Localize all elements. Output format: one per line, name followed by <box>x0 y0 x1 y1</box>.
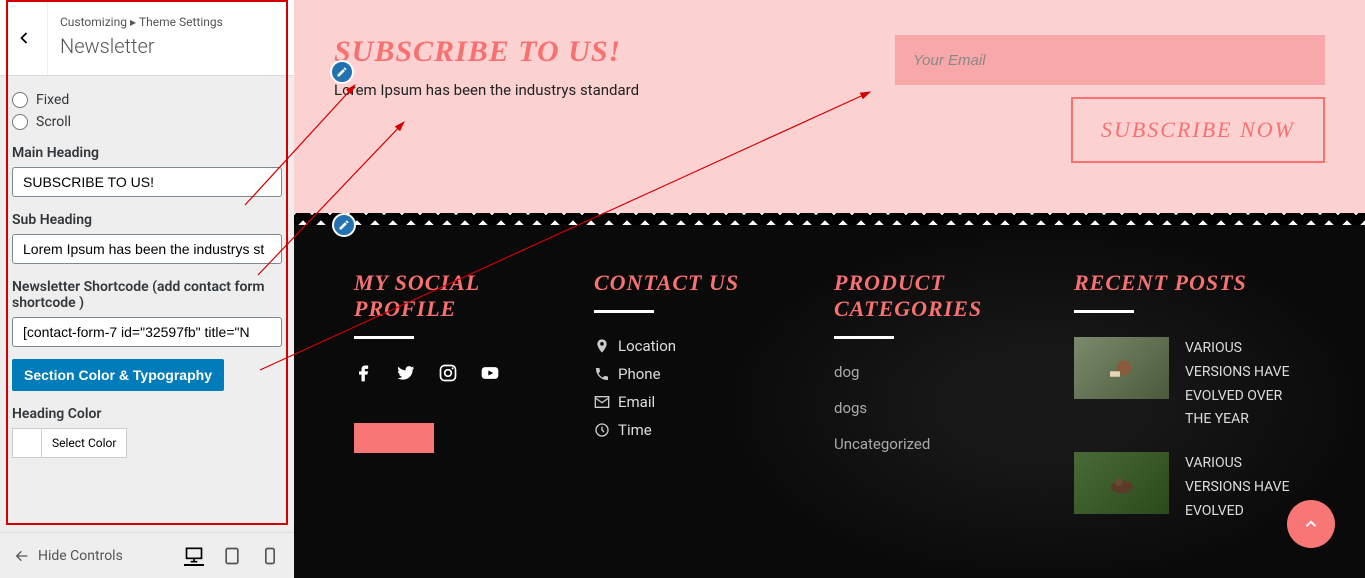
customizer-sidebar: Customizing▸Theme Settings Newsletter Fi… <box>0 0 294 578</box>
footer-section: MY SOCIAL PROFILE CONTACT US Location Ph… <box>294 225 1365 578</box>
main-heading-label: Main Heading <box>12 145 282 161</box>
contact-email: Email <box>594 393 804 411</box>
chevron-up-icon <box>1302 515 1320 533</box>
contact-location: Location <box>594 337 804 355</box>
footer-col-posts: RECENT POSTS VARIOUS VERSIONS HAVE EVOLV… <box>1074 270 1305 545</box>
contact-time: Time <box>594 421 804 439</box>
post-item[interactable]: VARIOUS VERSIONS HAVE EVOLVED OVER THE Y… <box>1074 337 1305 432</box>
radio-fixed[interactable]: Fixed <box>12 92 282 108</box>
instagram-icon[interactable] <box>438 363 458 383</box>
subscribe-heading: SUBSCRIBE TO US! <box>334 35 855 69</box>
location-icon <box>594 338 610 354</box>
preview-pane: SUBSCRIBE TO US! Lorem Ipsum has been th… <box>294 0 1365 578</box>
category-item[interactable]: Uncategorized <box>834 435 1044 453</box>
contact-phone: Phone <box>594 365 804 383</box>
subscribe-button[interactable]: SUBSCRIBE NOW <box>1071 97 1325 163</box>
category-item[interactable]: dogs <box>834 399 1044 417</box>
device-desktop-button[interactable] <box>184 546 204 566</box>
youtube-icon[interactable] <box>480 363 500 383</box>
social-heading: MY SOCIAL PROFILE <box>354 270 564 322</box>
sub-heading-text: Lorem Ipsum has been the industrys stand… <box>334 81 855 99</box>
breadcrumb: Customizing▸Theme Settings <box>60 15 282 29</box>
twitter-icon[interactable] <box>396 363 416 383</box>
category-item[interactable]: dog <box>834 363 1044 381</box>
hide-controls-button[interactable]: Hide Controls <box>14 548 123 564</box>
facebook-icon[interactable] <box>354 363 374 383</box>
red-block <box>354 423 434 453</box>
device-tablet-button[interactable] <box>222 546 242 566</box>
select-color-button[interactable]: Select Color <box>42 428 127 458</box>
posts-heading: RECENT POSTS <box>1074 270 1305 296</box>
color-swatch <box>12 428 42 458</box>
post-thumbnail <box>1074 337 1169 399</box>
main-heading-input[interactable] <box>12 167 282 197</box>
email-icon <box>594 394 610 410</box>
sub-heading-label: Sub Heading <box>12 212 282 228</box>
post-item[interactable]: VARIOUS VERSIONS HAVE EVOLVED <box>1074 452 1305 523</box>
sidebar-header: Customizing▸Theme Settings Newsletter <box>0 0 294 76</box>
scroll-to-top-button[interactable] <box>1287 500 1335 548</box>
post-thumbnail <box>1074 452 1169 514</box>
zigzag-divider <box>294 213 1365 225</box>
pencil-icon <box>336 66 348 78</box>
phone-icon <box>594 366 610 382</box>
clock-icon <box>594 422 610 438</box>
edit-shortcut-footer[interactable] <box>332 213 356 237</box>
footer-col-contact: CONTACT US Location Phone Email Time <box>594 270 804 545</box>
footer-col-categories: PRODUCT CATEGORIES dog dogs Uncategorize… <box>834 270 1044 545</box>
edit-shortcut-newsletter[interactable] <box>330 60 354 84</box>
footer-col-social: MY SOCIAL PROFILE <box>354 270 564 545</box>
section-color-typography-button[interactable]: Section Color & Typography <box>12 359 224 391</box>
sub-heading-input[interactable] <box>12 234 282 264</box>
sidebar-body: Fixed Scroll Main Heading Sub Heading Ne… <box>0 76 294 532</box>
categories-heading: PRODUCT CATEGORIES <box>834 270 1044 322</box>
shortcode-input[interactable] <box>12 317 282 347</box>
sidebar-footer: Hide Controls <box>0 532 294 578</box>
shortcode-label: Newsletter Shortcode (add contact form s… <box>12 279 282 311</box>
post-title: VARIOUS VERSIONS HAVE EVOLVED <box>1185 452 1305 523</box>
pencil-icon <box>338 219 350 231</box>
contact-heading: CONTACT US <box>594 270 804 296</box>
heading-color-label: Heading Color <box>12 406 282 422</box>
post-title: VARIOUS VERSIONS HAVE EVOLVED OVER THE Y… <box>1185 337 1305 432</box>
device-mobile-button[interactable] <box>260 546 280 566</box>
back-button[interactable] <box>0 0 48 75</box>
email-input[interactable] <box>895 35 1325 85</box>
collapse-icon <box>14 548 30 564</box>
newsletter-section: SUBSCRIBE TO US! Lorem Ipsum has been th… <box>294 0 1365 213</box>
chevron-left-icon <box>14 28 34 48</box>
radio-scroll[interactable]: Scroll <box>12 114 282 130</box>
page-title: Newsletter <box>60 34 282 58</box>
color-picker[interactable]: Select Color <box>12 428 282 458</box>
